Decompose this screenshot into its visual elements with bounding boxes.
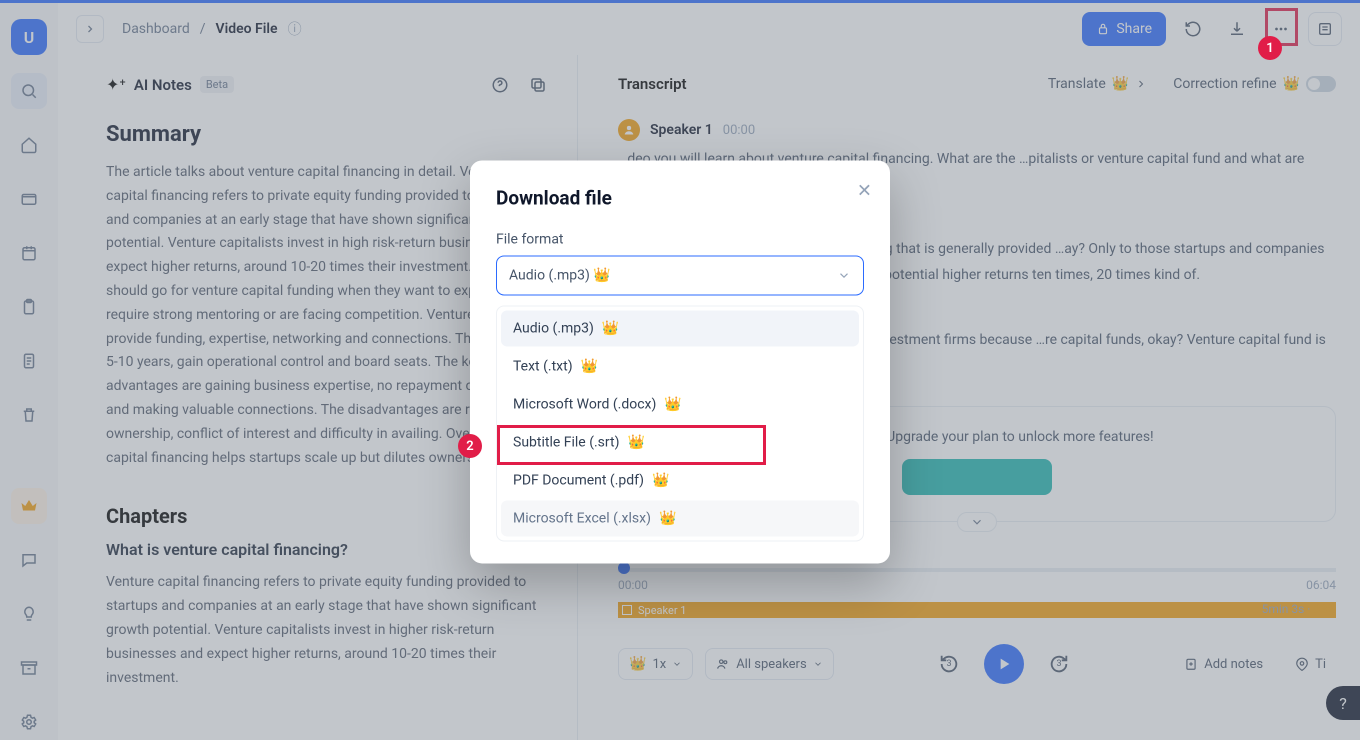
crown-icon: 👑 — [664, 396, 681, 412]
option-text-txt[interactable]: Text (.txt)👑 — [501, 348, 859, 384]
file-format-select[interactable]: Audio (.mp3) 👑 — [496, 255, 864, 295]
option-audio-mp3[interactable]: Audio (.mp3)👑 — [501, 310, 859, 346]
crown-icon: 👑 — [593, 267, 610, 283]
annotation-badge-1: 1 — [1258, 36, 1282, 60]
crown-icon: 👑 — [627, 434, 644, 450]
crown-icon: 👑 — [659, 510, 676, 526]
download-modal: Download file ✕ File format Audio (.mp3)… — [470, 160, 890, 563]
crown-icon: 👑 — [602, 320, 619, 336]
modal-title: Download file — [496, 186, 864, 209]
close-icon[interactable]: ✕ — [857, 180, 872, 201]
option-word-docx[interactable]: Microsoft Word (.docx)👑 — [501, 386, 859, 422]
annotation-badge-2: 2 — [458, 434, 482, 458]
file-format-label: File format — [496, 231, 864, 247]
option-excel-xlsx[interactable]: Microsoft Excel (.xlsx)👑 — [501, 500, 859, 536]
chevron-down-icon — [837, 268, 851, 282]
option-pdf[interactable]: PDF Document (.pdf)👑 — [501, 462, 859, 498]
crown-icon: 👑 — [652, 472, 669, 488]
file-format-options: Audio (.mp3)👑 Text (.txt)👑 Microsoft Wor… — [496, 305, 864, 541]
option-subtitle-srt[interactable]: Subtitle File (.srt)👑 — [501, 424, 859, 460]
crown-icon: 👑 — [581, 358, 598, 374]
